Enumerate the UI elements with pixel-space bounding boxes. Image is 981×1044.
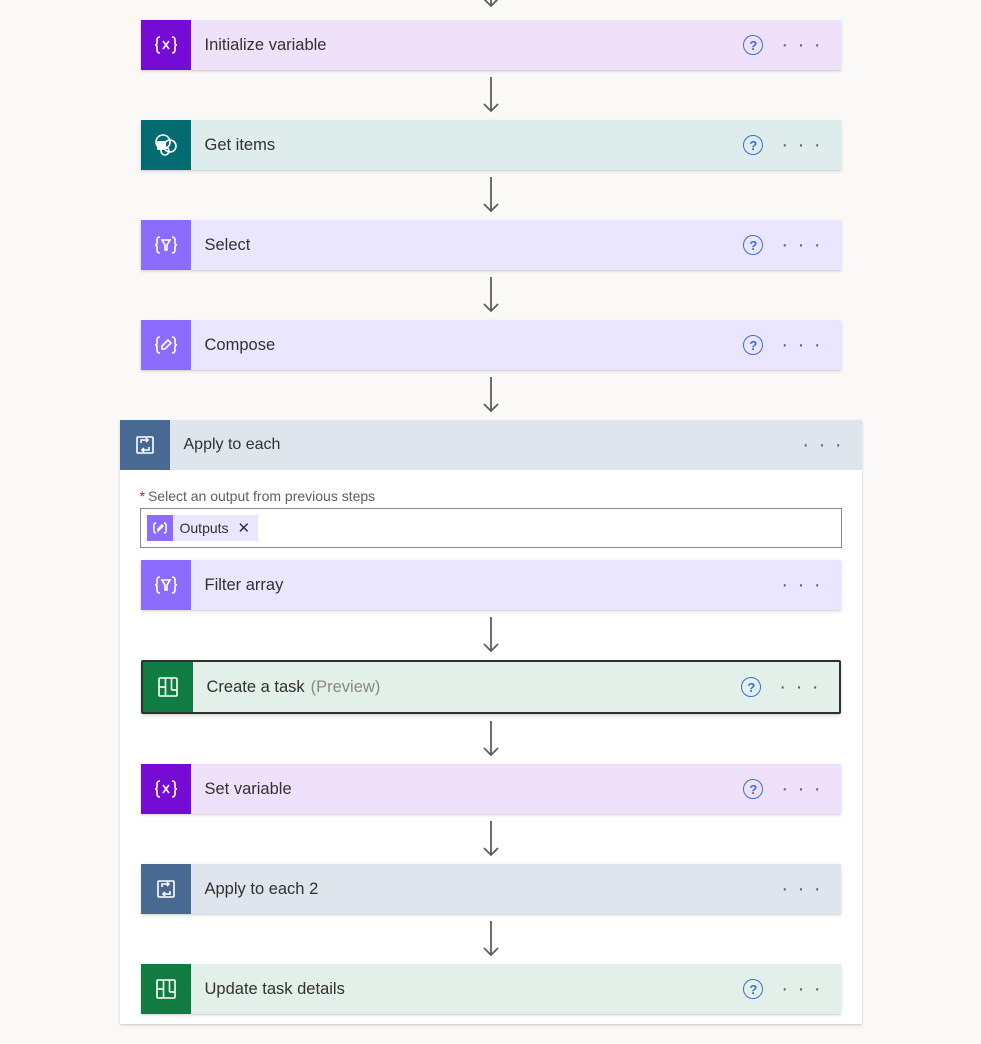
step-set-var[interactable]: Set variable? · · · (141, 764, 841, 814)
dynamic-content-token[interactable]: Outputs ✕ (147, 515, 259, 541)
apply-to-each-container[interactable]: Apply to each · · · *Select an output fr… (120, 420, 862, 1024)
step-menu-button[interactable]: · · · (781, 35, 822, 55)
step-menu-button[interactable]: · · · (781, 779, 822, 799)
step-title: Apply to each 2 (191, 864, 764, 914)
connector-arrow (479, 270, 503, 320)
apply-to-each-header[interactable]: Apply to each · · · (120, 420, 862, 470)
step-menu-button[interactable]: · · · (781, 335, 822, 355)
loop-icon (141, 864, 191, 914)
step-select[interactable]: Select? · · · (141, 220, 841, 270)
help-icon[interactable]: ? (743, 979, 763, 999)
step-menu-button[interactable]: · · · (781, 879, 822, 899)
step-menu-button[interactable]: · · · (779, 677, 820, 697)
sp-icon (141, 120, 191, 170)
connector-arrow (479, 0, 503, 20)
step-menu-button[interactable]: · · · (802, 435, 843, 455)
step-title: Select (191, 220, 726, 270)
funnel-icon (141, 220, 191, 270)
compose-icon (147, 515, 173, 541)
parameter-label: *Select an output from previous steps (140, 488, 842, 504)
help-icon[interactable]: ? (743, 35, 763, 55)
step-title: Filter array (191, 560, 764, 610)
brace-x-icon (141, 20, 191, 70)
step-title: Set variable (191, 764, 726, 814)
step-menu-button[interactable]: · · · (781, 575, 822, 595)
help-icon[interactable]: ? (743, 135, 763, 155)
planner-icon (143, 662, 193, 712)
connector-arrow (479, 610, 503, 660)
connector-arrow (479, 714, 503, 764)
parameter-block: *Select an output from previous steps Ou… (140, 488, 842, 548)
step-title: Compose (191, 320, 726, 370)
step-menu-button[interactable]: · · · (781, 979, 822, 999)
step-create-task[interactable]: Create a task(Preview)? · · · (141, 660, 841, 714)
connector-arrow (479, 370, 503, 420)
connector-arrow (479, 170, 503, 220)
step-title: Apply to each (170, 420, 785, 470)
step-menu-button[interactable]: · · · (781, 235, 822, 255)
flow-canvas: Initialize variable? · · · Get items? · · ·… (0, 0, 981, 1024)
help-icon[interactable]: ? (743, 779, 763, 799)
token-remove-button[interactable]: ✕ (238, 519, 251, 537)
step-update-task[interactable]: Update task details? · · · (141, 964, 841, 1014)
step-get-items[interactable]: Get items? · · · (141, 120, 841, 170)
pencil-icon (141, 320, 191, 370)
brace-x-icon (141, 764, 191, 814)
step-title: Update task details (191, 964, 726, 1014)
output-selector-input[interactable]: Outputs ✕ (140, 508, 842, 548)
step-title: Initialize variable (191, 20, 726, 70)
step-apply2[interactable]: Apply to each 2 · · · (141, 864, 841, 914)
step-menu-button[interactable]: · · · (781, 135, 822, 155)
help-icon[interactable]: ? (743, 235, 763, 255)
connector-arrow (479, 914, 503, 964)
loop-icon (120, 420, 170, 470)
token-label: Outputs (180, 520, 229, 536)
step-title: Create a task(Preview) (193, 662, 724, 712)
connector-arrow (479, 70, 503, 120)
connector-arrow (479, 814, 503, 864)
step-filter[interactable]: Filter array · · · (141, 560, 841, 610)
step-init-var[interactable]: Initialize variable? · · · (141, 20, 841, 70)
step-compose[interactable]: Compose? · · · (141, 320, 841, 370)
help-icon[interactable]: ? (741, 677, 761, 697)
step-title: Get items (191, 120, 726, 170)
funnel-icon (141, 560, 191, 610)
help-icon[interactable]: ? (743, 335, 763, 355)
planner-icon (141, 964, 191, 1014)
